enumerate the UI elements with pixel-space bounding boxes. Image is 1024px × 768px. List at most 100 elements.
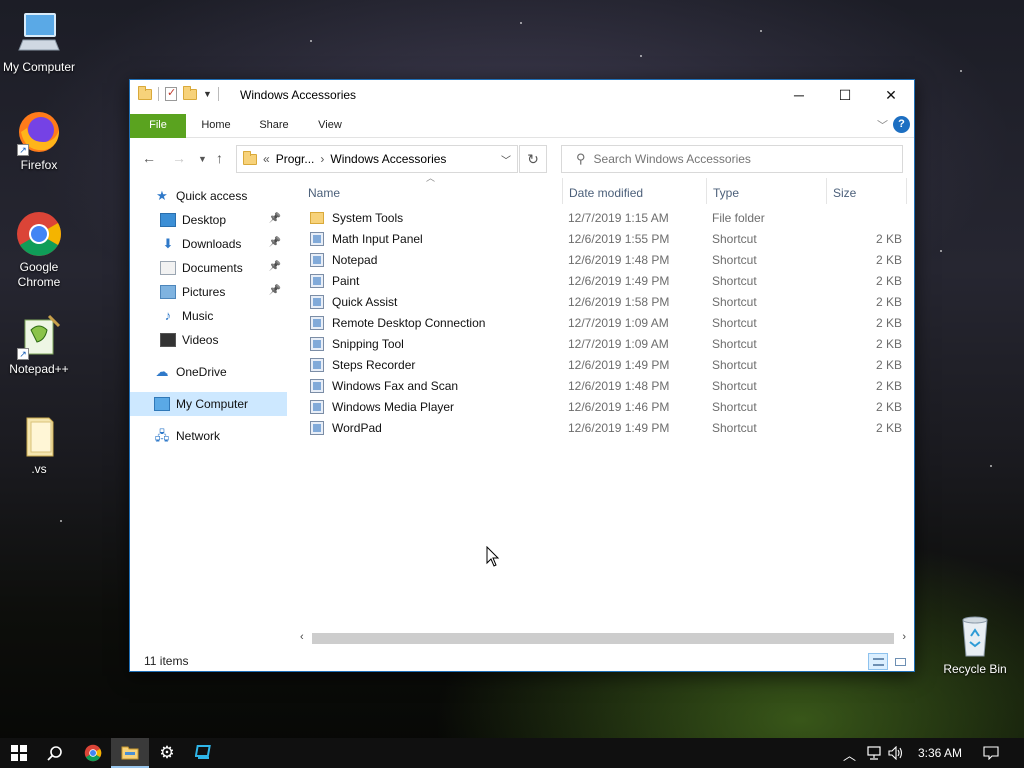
- music-icon: ♪: [164, 308, 172, 323]
- properties-icon[interactable]: [165, 86, 177, 101]
- table-row[interactable]: Snipping Tool 12/7/2019 1:09 AM Shortcut 2 …: [300, 334, 906, 355]
- sidebar-item-label: Pictures: [182, 285, 226, 299]
- network-icon[interactable]: [866, 746, 882, 763]
- minimize-button[interactable]: ─: [776, 80, 822, 110]
- table-row[interactable]: Paint 12/6/2019 1:49 PM Shortcut 2 KB: [300, 271, 906, 292]
- show-hidden-icons-chevron-icon[interactable]: ︿: [843, 745, 856, 764]
- tab-file[interactable]: File: [130, 114, 186, 138]
- table-row[interactable]: WordPad 12/6/2019 1:49 PM Shortcut 2 KB: [300, 418, 906, 439]
- table-row[interactable]: Math Input Panel 12/6/2019 1:55 PM Shortcu…: [300, 229, 906, 250]
- table-row[interactable]: System Tools 12/7/2019 1:15 AM File folder: [300, 208, 906, 229]
- scroll-right-chevron-icon[interactable]: ›: [902, 631, 906, 643]
- large-icons-view-button[interactable]: [890, 653, 910, 670]
- sidebar-item-quick-access[interactable]: ★ Quick access: [130, 184, 287, 208]
- breadcrumb-item[interactable]: Progr...: [276, 152, 315, 166]
- divider: [906, 178, 907, 204]
- column-header-size[interactable]: Size: [833, 182, 856, 204]
- maximize-button[interactable]: ☐: [822, 80, 868, 110]
- refresh-button[interactable]: ↻: [519, 145, 547, 173]
- title-bar[interactable]: ▼ Windows Accessories ─ ☐ ✕: [130, 80, 914, 112]
- desktop-icon-vs-folder[interactable]: .vs: [0, 412, 78, 477]
- settings-icon: ⚙: [159, 743, 175, 762]
- up-arrow-icon[interactable]: ↑: [216, 150, 223, 166]
- tab-view[interactable]: View: [306, 115, 354, 137]
- new-folder-icon[interactable]: [183, 85, 197, 100]
- tab-share[interactable]: Share: [250, 115, 298, 137]
- sidebar-item-downloads[interactable]: ⬇ Downloads 📌: [130, 232, 287, 256]
- chrome-icon: [84, 744, 102, 762]
- file-type: Shortcut: [712, 400, 757, 414]
- search-input[interactable]: [593, 152, 902, 166]
- file-date: 12/6/2019 1:46 PM: [568, 400, 670, 414]
- file-type: Shortcut: [712, 274, 757, 288]
- quick-assist-icon: [310, 295, 324, 309]
- breadcrumb-separator-icon[interactable]: ›: [320, 152, 324, 166]
- clock[interactable]: 3:36 AM: [918, 746, 962, 760]
- sidebar-item-my-computer[interactable]: My Computer: [130, 392, 287, 416]
- sidebar-item-onedrive[interactable]: ☁ OneDrive: [130, 360, 287, 384]
- forward-arrow-icon[interactable]: →: [172, 150, 186, 166]
- desktop-icon-notepadpp[interactable]: ↗ Notepad++: [0, 312, 78, 377]
- taskbar-remote-button[interactable]: [185, 738, 223, 768]
- scrollbar-thumb[interactable]: [312, 633, 894, 644]
- math-input-icon: [310, 232, 324, 246]
- taskbar-search-button[interactable]: [36, 738, 74, 768]
- volume-icon[interactable]: [888, 745, 904, 763]
- sidebar-item-documents[interactable]: Documents 📌: [130, 256, 287, 280]
- table-row[interactable]: Windows Media Player 12/6/2019 1:46 PM Sho…: [300, 397, 906, 418]
- taskbar-settings-button[interactable]: ⚙: [148, 738, 186, 768]
- pictures-icon: [160, 285, 176, 299]
- file-date: 12/6/2019 1:48 PM: [568, 379, 670, 393]
- customize-toolbar-chevron-icon[interactable]: ▼: [203, 89, 212, 99]
- column-header-name[interactable]: Name: [308, 182, 340, 204]
- close-button[interactable]: ✕: [868, 80, 914, 110]
- column-header-date-modified[interactable]: Date modified: [569, 182, 643, 204]
- sidebar-item-label: Documents: [182, 261, 243, 275]
- action-center-icon[interactable]: [983, 746, 999, 763]
- star-icon: ★: [156, 188, 168, 203]
- address-dropdown-chevron-icon[interactable]: ﹀: [495, 152, 517, 167]
- table-row[interactable]: Windows Fax and Scan 12/6/2019 1:48 PM Sho…: [300, 376, 906, 397]
- table-row[interactable]: Steps Recorder 12/6/2019 1:49 PM Shortcut 2…: [300, 355, 906, 376]
- search-icon: ⚲: [576, 151, 586, 166]
- column-header-type[interactable]: Type: [713, 182, 739, 204]
- sidebar-item-label: Quick access: [176, 189, 248, 203]
- desktop-icon-my-computer[interactable]: My Computer: [0, 10, 78, 75]
- sidebar-item-desktop[interactable]: Desktop 📌: [130, 208, 287, 232]
- desktop-icon-recycle-bin[interactable]: Recycle Bin: [936, 612, 1014, 677]
- expand-ribbon-chevron-icon[interactable]: ﹀: [877, 117, 888, 133]
- details-view-button[interactable]: [868, 653, 888, 670]
- table-row[interactable]: Remote Desktop Connection 12/7/2019 1:09 …: [300, 313, 906, 334]
- address-field[interactable]: « Progr... › Windows Accessories ﹀: [236, 145, 518, 173]
- table-row[interactable]: Quick Assist 12/6/2019 1:58 PM Shortcut 2 K…: [300, 292, 906, 313]
- sidebar-item-videos[interactable]: Videos: [130, 328, 287, 352]
- tab-home[interactable]: Home: [192, 115, 240, 137]
- taskbar-file-explorer-button[interactable]: [111, 738, 149, 768]
- start-button[interactable]: [0, 738, 38, 768]
- breadcrumb-item[interactable]: Windows Accessories: [330, 152, 446, 166]
- recent-locations-chevron-icon[interactable]: ▼: [198, 154, 207, 164]
- desktop-icon-chrome[interactable]: Google Chrome: [0, 210, 78, 290]
- desktop-icon-firefox[interactable]: ↗ Firefox: [0, 108, 78, 173]
- horizontal-scrollbar[interactable]: ‹ ›: [296, 630, 910, 647]
- sidebar-item-music[interactable]: ♪ Music: [130, 304, 287, 328]
- desktop-icon-label: My Computer: [2, 60, 76, 74]
- shortcut-arrow-icon: ↗: [17, 144, 29, 156]
- breadcrumb-overflow[interactable]: «: [263, 152, 270, 166]
- sidebar-item-network[interactable]: 🖧 Network: [130, 424, 287, 448]
- window-title: Windows Accessories: [240, 88, 357, 102]
- file-date: 12/7/2019 1:09 AM: [568, 337, 669, 351]
- table-row[interactable]: Notepad 12/6/2019 1:48 PM Shortcut 2 KB: [300, 250, 906, 271]
- notepadpp-icon: ↗: [15, 312, 63, 360]
- taskbar-chrome-button[interactable]: [74, 738, 112, 768]
- chrome-icon: [15, 210, 63, 258]
- file-date: 12/6/2019 1:49 PM: [568, 274, 670, 288]
- search-box[interactable]: ⚲: [561, 145, 903, 173]
- file-type: Shortcut: [712, 316, 757, 330]
- back-arrow-icon[interactable]: ←: [142, 150, 156, 166]
- sort-ascending-chevron-icon: ︿: [426, 173, 436, 183]
- pin-icon: 📌: [268, 213, 281, 224]
- help-icon[interactable]: ?: [893, 116, 910, 133]
- sidebar-item-pictures[interactable]: Pictures 📌: [130, 280, 287, 304]
- scroll-left-chevron-icon[interactable]: ‹: [300, 631, 304, 643]
